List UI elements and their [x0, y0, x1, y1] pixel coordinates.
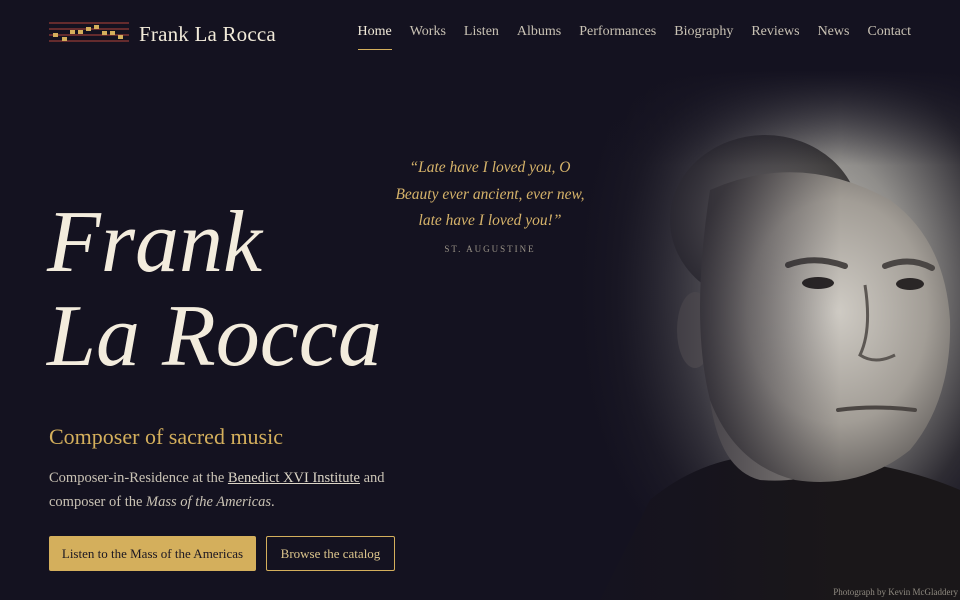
- nav-item-news[interactable]: News: [818, 24, 850, 50]
- hero-title-line-1: Frank: [47, 194, 263, 291]
- quote-attribution: ST. AUGUSTINE: [444, 243, 536, 254]
- nav-item-home[interactable]: Home: [357, 24, 392, 50]
- hero-title-line-2: La Rocca: [47, 288, 382, 385]
- desc-prefix: Composer-in-Residence at the: [49, 470, 228, 486]
- augustine-quote: “Late have I loved you, O Beauty ever an…: [385, 155, 595, 254]
- mass-title: Mass of the Americas: [146, 494, 272, 510]
- main-nav: Home Works Listen Albums Performances Bi…: [340, 24, 911, 50]
- photo-credit: Photograph by Kevin McGladdery: [833, 587, 958, 597]
- nav-item-listen[interactable]: Listen: [464, 24, 499, 50]
- site-header: Frank La Rocca Home Works Listen Albums …: [0, 0, 960, 70]
- nav-item-biography[interactable]: Biography: [674, 24, 733, 50]
- nav-item-albums[interactable]: Albums: [517, 24, 561, 50]
- quote-line-2: Beauty ever ancient, ever new,: [395, 185, 585, 203]
- site-brand[interactable]: Frank La Rocca: [139, 22, 276, 47]
- quote-line-3: late have I loved you!”: [418, 212, 562, 229]
- nav-item-reviews[interactable]: Reviews: [751, 24, 799, 50]
- quote-line-1: “Late have I loved you, O: [409, 159, 571, 176]
- browse-catalog-button[interactable]: Browse the catalog: [266, 536, 395, 571]
- hero-description: Composer-in-Residence at the Benedict XV…: [49, 466, 409, 514]
- listen-mass-button[interactable]: Listen to the Mass of the Americas: [49, 536, 256, 571]
- benedict-institute-link[interactable]: Benedict XVI Institute: [228, 470, 360, 486]
- nav-item-contact[interactable]: Contact: [867, 24, 911, 50]
- page: Frank La Rocca Home Works Listen Albums …: [0, 0, 960, 600]
- desc-suffix: .: [271, 494, 275, 510]
- nav-item-works[interactable]: Works: [410, 24, 446, 50]
- hero-subtitle: Composer of sacred music: [49, 424, 283, 449]
- hero-title: Frank La Rocca: [47, 196, 382, 384]
- nav-item-performances[interactable]: Performances: [579, 24, 656, 50]
- composer-portrait: [560, 70, 960, 600]
- music-staff-icon[interactable]: [49, 20, 129, 46]
